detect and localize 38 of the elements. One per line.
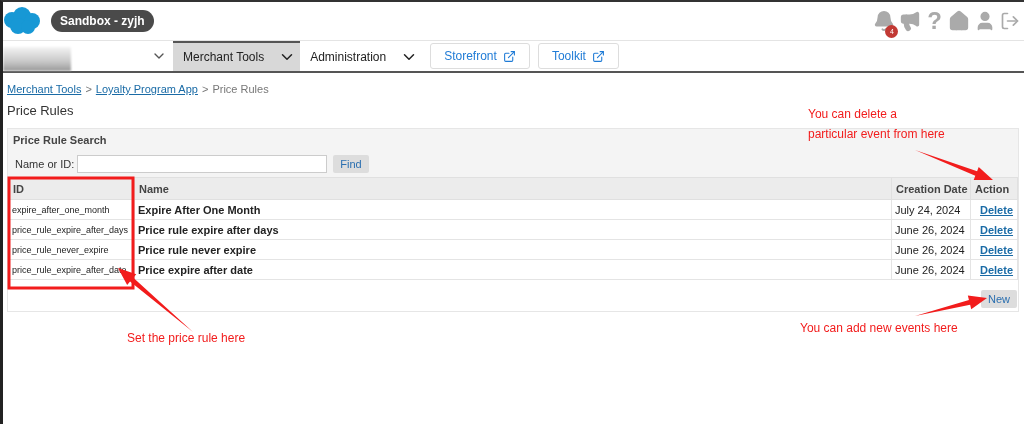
column-header: Creation Date: [891, 177, 971, 200]
column-header: Name: [134, 177, 892, 200]
table-cell: June 26, 2024: [891, 239, 971, 260]
breadcrumb-current: Price Rules: [212, 83, 269, 95]
cloud-logo: [3, 6, 41, 36]
nav-link-button[interactable]: Storefront: [430, 43, 530, 69]
breadcrumb-link[interactable]: Loyalty Program App: [95, 83, 198, 95]
breadcrumb-link[interactable]: Merchant Tools: [7, 83, 82, 95]
blurred-area: [3, 47, 71, 71]
environment-badge: Sandbox - zyjh: [51, 10, 154, 32]
nav-link-button[interactable]: Toolkit: [537, 43, 619, 69]
new-button[interactable]: New: [981, 290, 1017, 308]
annotation-text: You can delete a particular event from here: [808, 106, 946, 143]
column-header: Action: [970, 177, 1018, 200]
table-cell: Expire After One Month: [134, 199, 892, 220]
nav-menu[interactable]: Administration: [300, 41, 423, 71]
table-cell: Price rule expire after days: [134, 219, 892, 240]
megaphone-icon[interactable]: [899, 10, 922, 32]
search-field[interactable]: [77, 155, 328, 173]
breadcrumb-separator: >: [201, 83, 209, 95]
notification-icon[interactable]: [873, 10, 896, 32]
page-title: Price Rules: [7, 103, 74, 118]
external-link-icon: [502, 49, 516, 63]
table-cell: Price expire after date: [134, 259, 892, 280]
table-cell: July 24, 2024: [891, 199, 971, 220]
find-button[interactable]: Find: [333, 155, 369, 173]
panel-title: Price Rule Search: [13, 134, 107, 146]
external-link-icon: [591, 49, 605, 63]
annotation-text: You can add new events here: [800, 320, 959, 337]
table-cell: Price rule never expire: [134, 239, 892, 260]
annotation-text: Set the price rule here: [127, 330, 247, 347]
nav-menu[interactable]: Merchant Tools: [173, 41, 301, 71]
home-icon[interactable]: [948, 10, 970, 32]
table-cell: June 26, 2024: [891, 259, 971, 280]
logout-icon[interactable]: [1000, 11, 1020, 31]
field-label: Name or ID:: [15, 158, 75, 170]
breadcrumb-separator: >: [85, 83, 92, 95]
table-cell: June 26, 2024: [891, 219, 971, 240]
